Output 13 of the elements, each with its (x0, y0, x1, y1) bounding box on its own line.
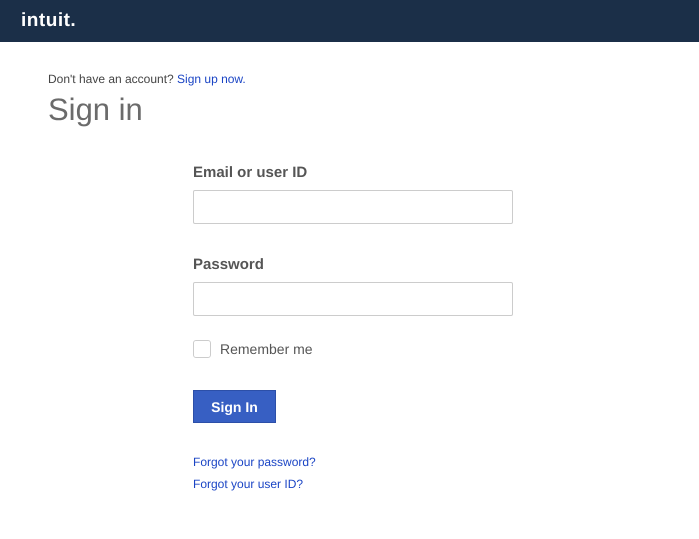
signup-link[interactable]: Sign up now. (177, 72, 246, 86)
sign-in-button[interactable]: Sign In (193, 390, 276, 423)
forgot-link[interactable]: Forgot your password? (193, 455, 316, 469)
input-field[interactable] (193, 190, 513, 224)
remember-checkbox[interactable] (193, 340, 211, 358)
input-field[interactable] (193, 282, 513, 316)
forgot-link[interactable]: Forgot your user ID? (193, 477, 304, 491)
signup-prompt: Don't have an account? Sign up now. (48, 72, 247, 86)
remember-label[interactable]: Remember me (220, 341, 313, 357)
page-title: Sign in (48, 92, 144, 128)
field-label: Email or user ID (193, 164, 308, 181)
logo[interactable]: intuit. (21, 10, 76, 32)
field-label: Password (193, 256, 265, 273)
